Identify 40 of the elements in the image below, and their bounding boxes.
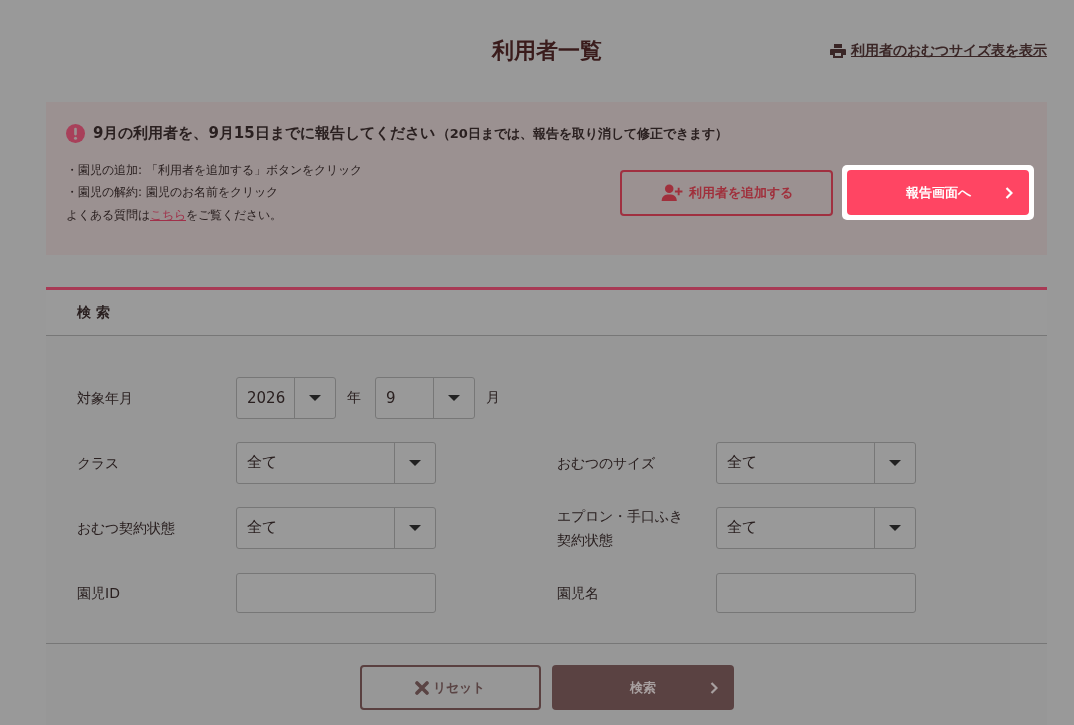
caret-down-icon	[448, 394, 460, 401]
reset-button[interactable]: リセット	[359, 665, 541, 710]
caret-down-icon	[889, 459, 901, 466]
report-screen-button[interactable]: 報告画面へ	[847, 170, 1029, 215]
search-title: 検 索	[77, 303, 110, 322]
caret-down-icon	[889, 524, 901, 531]
add-person-icon	[660, 184, 685, 201]
instruction-text: ・園児の解約: 園児のお名前をクリック	[66, 184, 279, 201]
instruction-text: ・園児の追加: 「利用者を追加する」ボタンをクリック	[66, 162, 362, 179]
field-label: おむつ契約状態	[77, 518, 176, 538]
caret-down-icon	[409, 459, 421, 466]
field-label: おむつのサイズ	[557, 453, 656, 473]
input-field[interactable]	[716, 572, 916, 613]
alert-icon	[66, 124, 85, 143]
select-field[interactable]: 全て	[236, 441, 436, 484]
chevron-right-icon	[1005, 186, 1013, 199]
caret-down-icon	[409, 524, 421, 531]
field-label: クラス	[77, 453, 120, 473]
caret-down-icon	[309, 394, 321, 401]
chevron-right-icon	[709, 681, 718, 694]
input-field[interactable]	[236, 572, 436, 613]
print-size-table-link[interactable]: 利用者のおむつサイズ表を表示	[830, 42, 1047, 60]
field-label: エプロン・手口ふき契約状態	[557, 506, 684, 550]
year-select[interactable]: 2026	[236, 376, 336, 419]
field-label: 園児ID	[77, 583, 121, 603]
month-unit: 月	[486, 388, 500, 407]
field-label: 園児名	[557, 583, 600, 603]
close-icon	[415, 680, 429, 695]
page-title: 利用者一覧	[491, 37, 602, 65]
search-button[interactable]: 検索	[551, 665, 734, 710]
select-field[interactable]: 全て	[716, 506, 916, 549]
notice-note: （20日までは、報告を取り消して修正できます）	[436, 124, 728, 143]
select-field[interactable]: 全て	[236, 506, 436, 549]
printer-icon	[830, 44, 846, 58]
notice-headline: 9月の利用者を、9月15日までに報告してください	[93, 124, 435, 143]
year-unit: 年	[347, 388, 361, 407]
select-field[interactable]: 全て	[716, 441, 916, 484]
faq-text: よくある質問はこちら をご覧ください。	[66, 207, 283, 224]
month-select[interactable]: 9	[375, 376, 475, 419]
field-label: 対象年月	[77, 388, 134, 408]
